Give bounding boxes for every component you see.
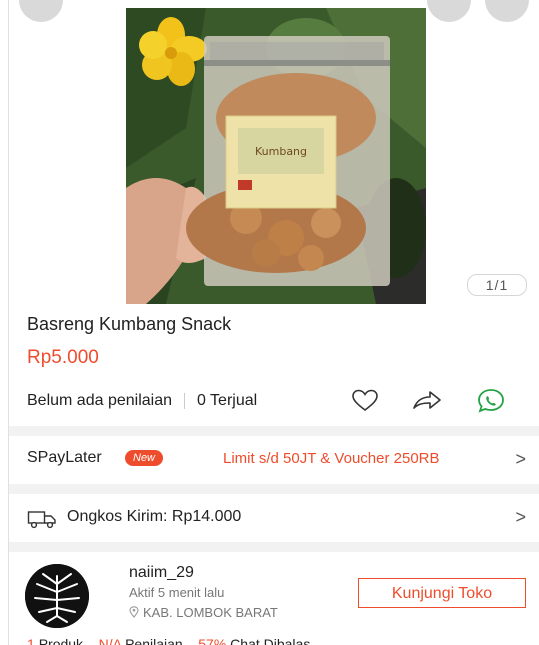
product-page: Kumbang 1/1 Basreng Kumbang Snack Rp5.00…: [8, 0, 539, 645]
section-gap: [9, 484, 539, 494]
cart-button[interactable]: [427, 0, 471, 22]
product-photo-illustration: Kumbang: [126, 8, 426, 304]
shop-logo: [25, 564, 89, 628]
truck-icon: [27, 511, 56, 529]
chat-response-label: Chat Dibalas: [230, 636, 311, 645]
rating-sold-row: Belum ada penilaian 0 Terjual: [27, 392, 257, 410]
visit-shop-button[interactable]: Kunjungi Toko: [358, 578, 526, 608]
package-label-text: Kumbang: [255, 145, 307, 158]
product-image[interactable]: Kumbang: [126, 8, 426, 304]
spaylater-row[interactable]: SPayLater New Limit s/d 50JT & Voucher 2…: [9, 436, 539, 484]
rating-label: Penilaian: [125, 636, 183, 645]
shop-stats: 1 Produk N/A Penilaian 57% Chat Dibalas: [27, 636, 310, 645]
section-gap: [9, 542, 539, 552]
shop-active-status: Aktif 5 menit lalu: [129, 585, 225, 600]
section-gap: [9, 426, 539, 436]
share-button[interactable]: [411, 386, 443, 416]
rating-text: Belum ada penilaian: [27, 392, 172, 409]
new-badge: New: [125, 450, 164, 466]
back-button[interactable]: [19, 0, 63, 22]
chevron-right-icon: >: [515, 507, 526, 527]
product-title: Basreng Kumbang Snack: [27, 314, 232, 334]
favorite-button[interactable]: [349, 386, 381, 416]
more-button[interactable]: [485, 0, 529, 22]
shop-location-text: KAB. LOMBOK BARAT: [143, 605, 278, 620]
shipping-cost: Ongkos Kirim: Rp14.000: [67, 508, 242, 525]
divider: [184, 393, 185, 409]
shop-location: KAB. LOMBOK BARAT: [129, 605, 278, 620]
product-price: Rp5.000: [27, 347, 99, 368]
image-carousel[interactable]: Kumbang 1/1: [9, 0, 539, 305]
whatsapp-button[interactable]: [475, 386, 507, 416]
shop-avatar[interactable]: [25, 564, 89, 628]
image-counter: 1/1: [467, 274, 527, 296]
spaylater-label: SPayLater: [27, 449, 102, 466]
spaylater-promo: Limit s/d 50JT & Voucher 250RB: [223, 450, 440, 467]
location-pin-icon: [129, 606, 139, 618]
share-icon: [413, 391, 441, 409]
chat-response-value: 57%: [198, 636, 227, 645]
rating-value: N/A: [98, 636, 122, 645]
sold-count: 0 Terjual: [197, 392, 258, 409]
shop-section: naiim_29 Aktif 5 menit lalu KAB. LOMBOK …: [9, 552, 539, 645]
shipping-row[interactable]: Ongkos Kirim: Rp14.000 >: [9, 494, 539, 542]
products-label: Produk: [38, 636, 84, 645]
shop-name[interactable]: naiim_29: [129, 564, 194, 582]
chevron-right-icon: >: [515, 449, 526, 469]
whatsapp-icon: [478, 389, 504, 413]
products-count: 1: [27, 636, 35, 645]
heart-icon: [352, 389, 378, 412]
